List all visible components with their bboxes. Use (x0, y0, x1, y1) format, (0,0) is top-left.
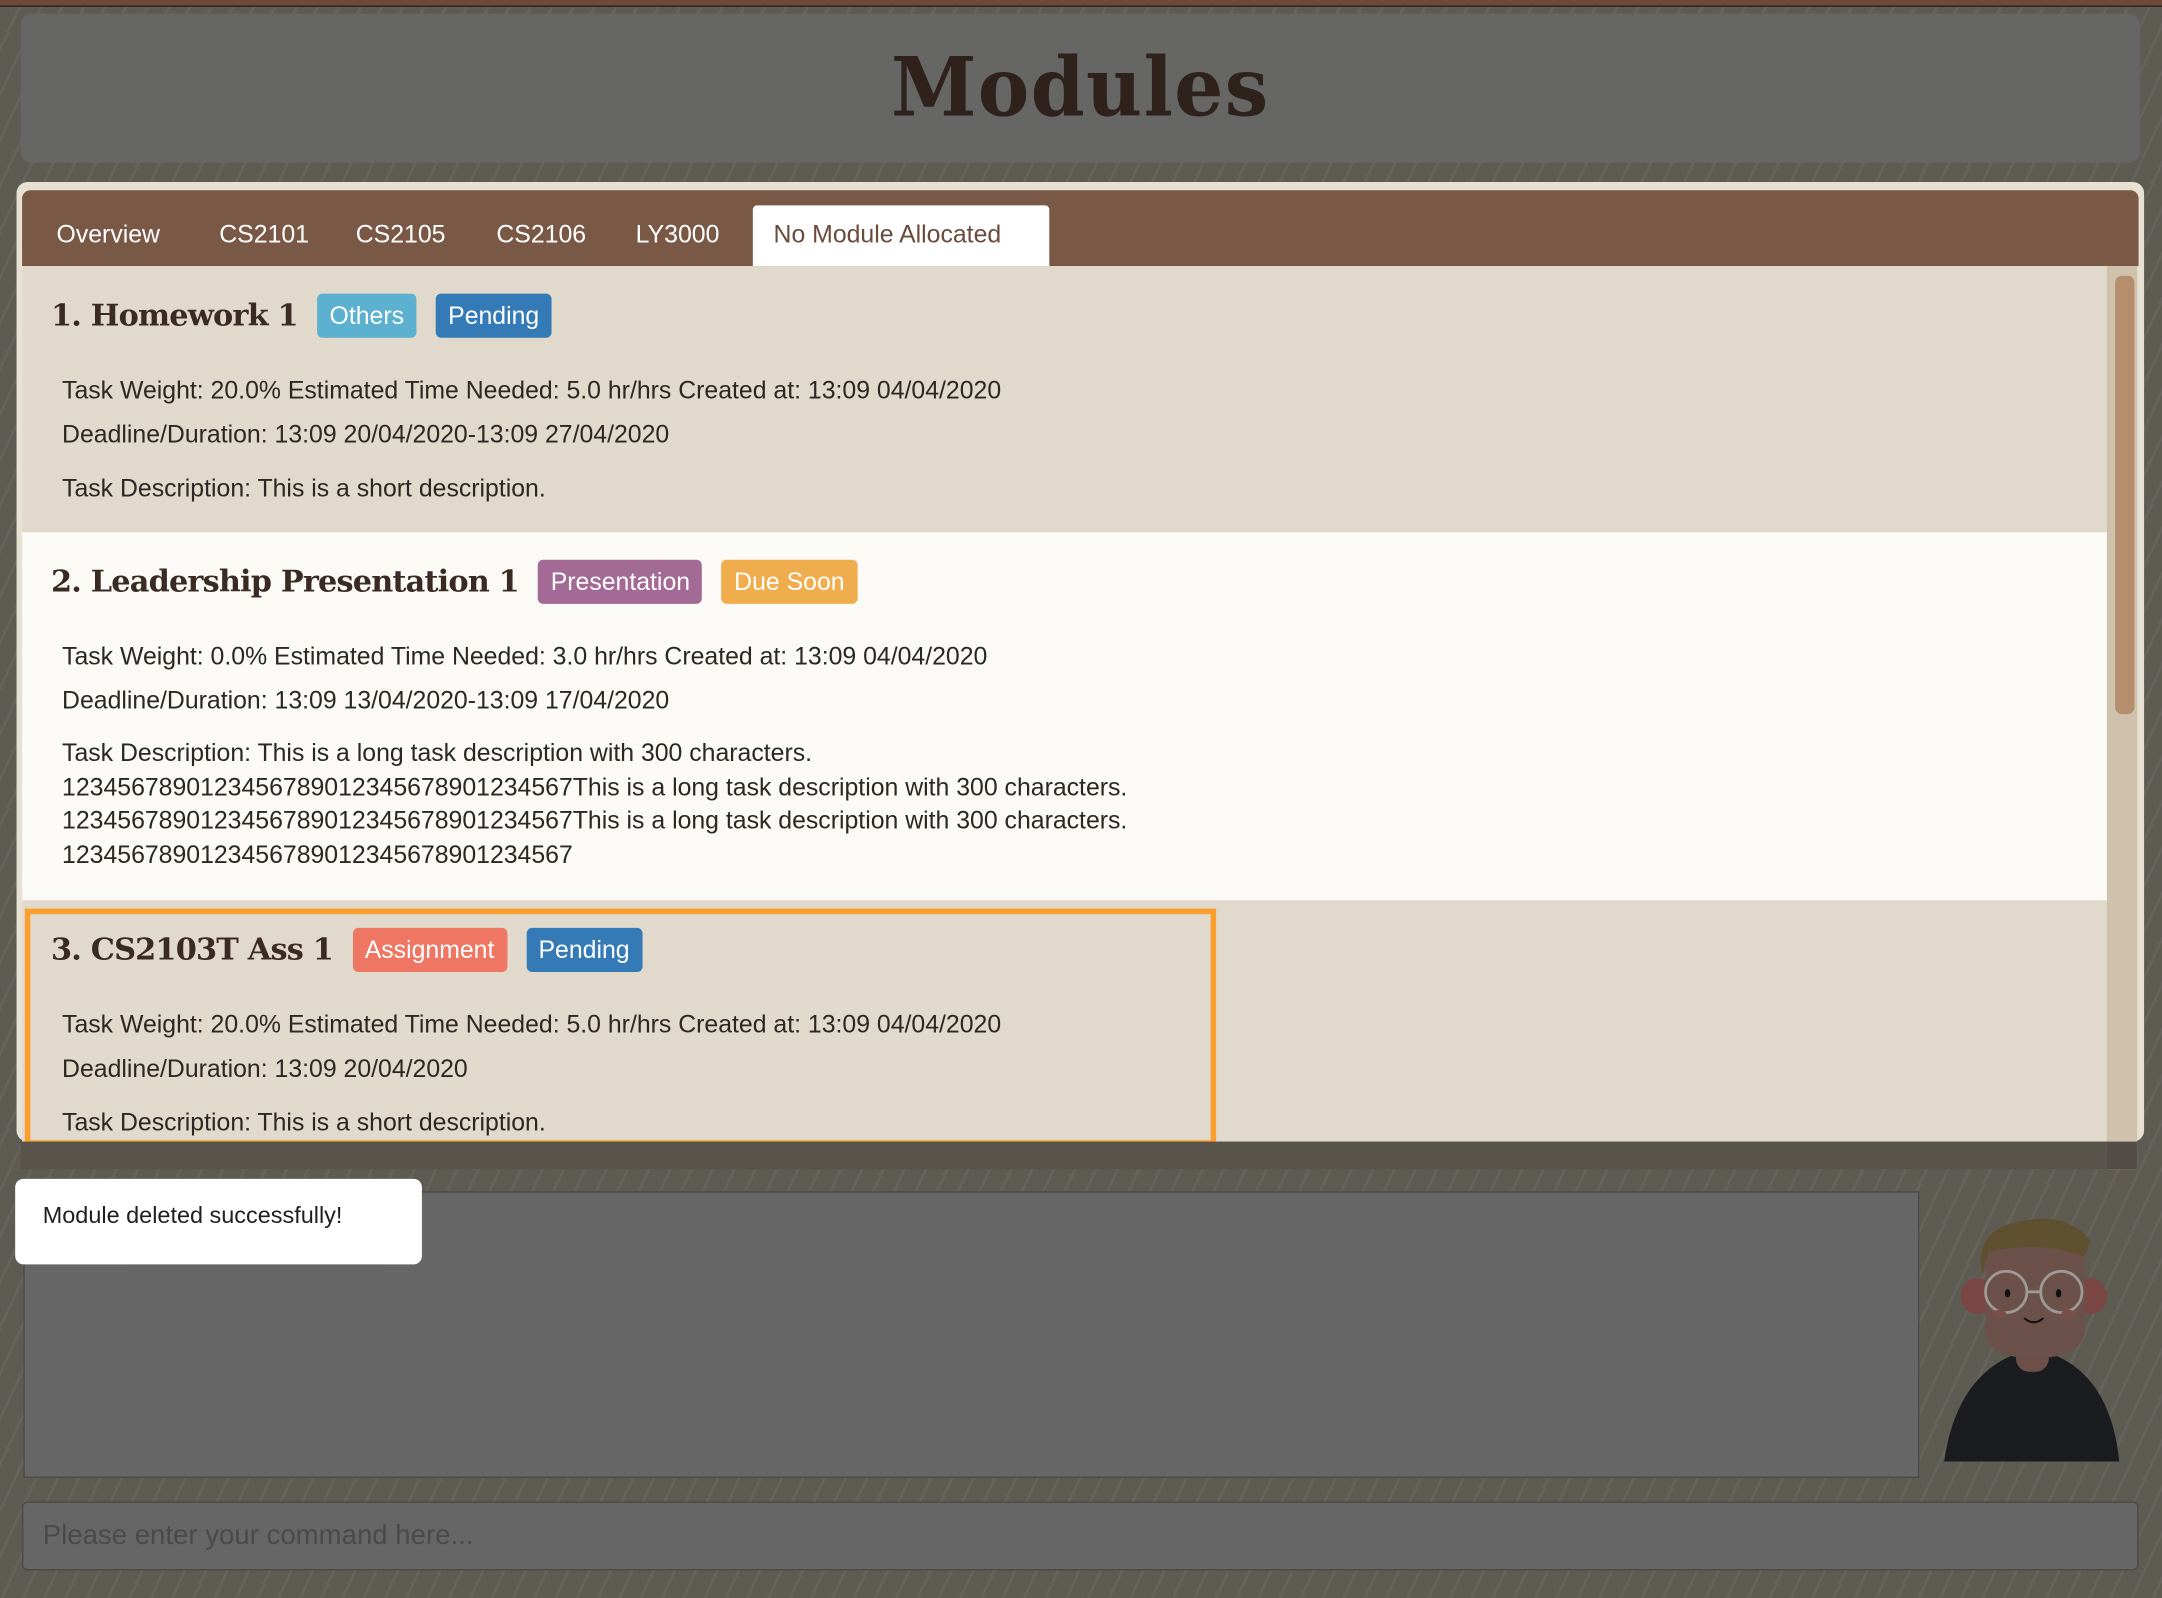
module-tab-bar: Overview CS2101 CS2105 CS2106 LY3000 No … (22, 190, 2139, 267)
scrollbar-corner (2106, 1141, 2138, 1170)
status-badge: Due Soon (721, 559, 857, 604)
tab-cs2101[interactable]: CS2101 (199, 205, 330, 266)
task-title: 2. Leadership Presentation 1 (51, 563, 520, 600)
tab-no-module-allocated[interactable]: No Module Allocated (752, 205, 1050, 267)
tab-cs2105[interactable]: CS2105 (335, 205, 466, 266)
result-message: Module deleted successfully! (15, 1178, 422, 1265)
task-info: Task Weight: 20.0% Estimated Time Needed… (62, 1010, 1002, 1039)
category-badge: Assignment (352, 927, 507, 973)
scrollbar-thumb[interactable] (2115, 275, 2135, 715)
app-window: Modules Overview CS2101 CS2105 CS2106 LY… (0, 0, 2162, 1598)
window-top-border (0, 0, 2162, 7)
tab-ly3000[interactable]: LY3000 (615, 205, 740, 266)
task-info: Task Weight: 0.0% Estimated Time Needed:… (62, 642, 988, 671)
category-badge: Presentation (538, 559, 703, 604)
title-panel: Modules (20, 13, 2140, 163)
task-card-selected[interactable]: 3. CS2103T Ass 1 Assignment Pending Task… (22, 900, 2109, 1142)
page-title: Modules (890, 40, 1270, 137)
task-description: Task Description: This is a short descri… (62, 1108, 546, 1137)
task-card[interactable]: 2. Leadership Presentation 1 Presentatio… (22, 532, 2109, 901)
tab-overview[interactable]: Overview (36, 205, 181, 266)
command-input[interactable] (22, 1501, 2139, 1571)
task-list: 1. Homework 1 Others Pending Task Weight… (22, 266, 2109, 1142)
task-deadline: Deadline/Duration: 13:09 13/04/2020-13:0… (62, 686, 670, 715)
task-deadline: Deadline/Duration: 13:09 20/04/2020-13:0… (62, 420, 670, 449)
task-card[interactable]: 1. Homework 1 Others Pending Task Weight… (22, 266, 2109, 533)
tab-cs2106[interactable]: CS2106 (476, 205, 607, 266)
status-badge: Pending (435, 293, 552, 338)
task-list-panel: Overview CS2101 CS2105 CS2106 LY3000 No … (16, 181, 2145, 1142)
status-badge: Pending (526, 927, 642, 973)
list-bottom-edge (20, 1141, 2107, 1170)
task-title: 1. Homework 1 (51, 297, 299, 334)
task-description: Task Description: This is a short descri… (62, 474, 546, 502)
task-deadline: Deadline/Duration: 13:09 20/04/2020 (62, 1054, 468, 1083)
task-description: Task Description: This is a long task de… (62, 739, 1128, 868)
task-title: 3. CS2103T Ass 1 (51, 932, 334, 968)
category-badge: Others (317, 293, 417, 338)
task-info: Task Weight: 20.0% Estimated Time Needed… (62, 376, 1002, 404)
avatar-icon (1944, 1218, 2120, 1462)
